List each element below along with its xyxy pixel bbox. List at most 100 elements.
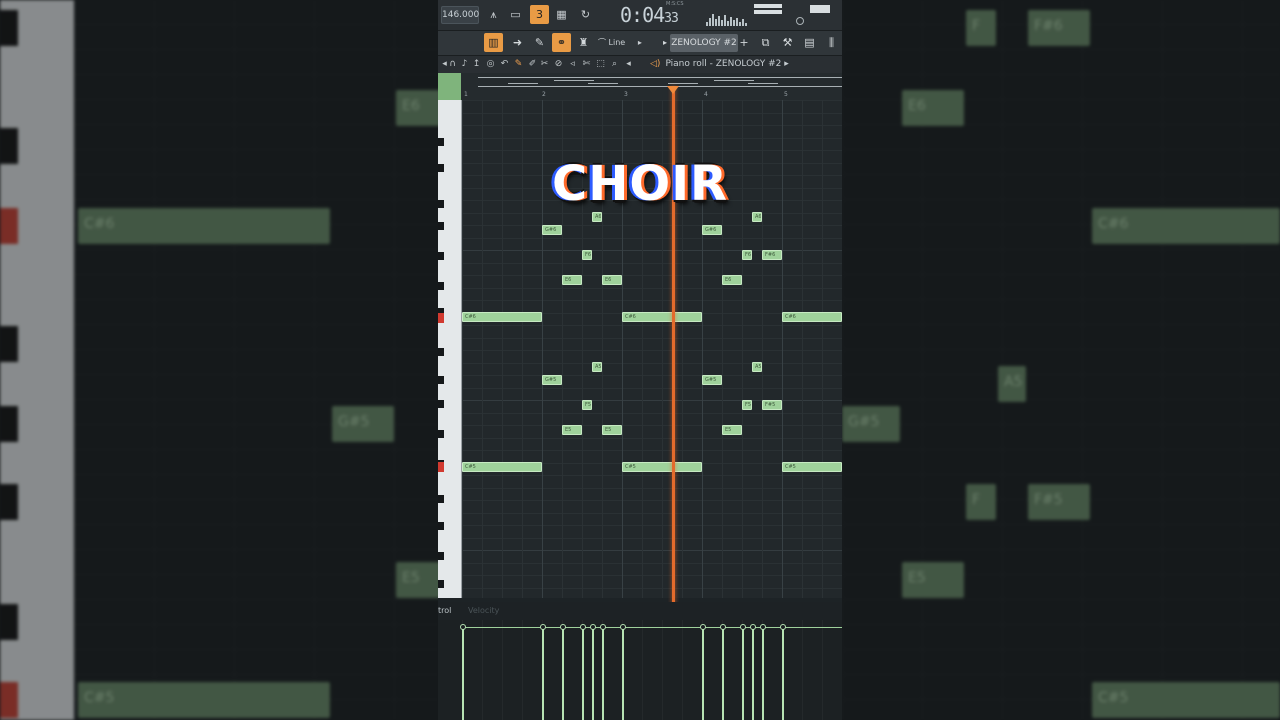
note[interactable]: E6 [602,275,622,285]
velocity-label[interactable]: Velocity [468,602,499,620]
background-note: C#6 [1092,208,1280,244]
velocity-panel[interactable] [438,620,842,720]
black-key[interactable] [438,552,444,560]
root-key-marker[interactable] [438,313,444,323]
stopwatch-icon[interactable]: ◎ [484,57,497,72]
black-key[interactable] [438,522,444,530]
velocity-bar[interactable] [600,624,606,720]
root-key-marker[interactable] [438,462,444,472]
black-key[interactable] [438,580,444,588]
add-pattern-icon[interactable]: + [738,33,750,52]
background-note: C#5 [78,682,330,718]
black-key[interactable] [438,282,444,290]
velocity-bar[interactable] [700,624,706,720]
clone-pattern-icon[interactable]: ⧉ [756,33,775,52]
pattern-selector[interactable]: ZENOLOGY #2 [670,34,738,52]
note[interactable]: C#5 [782,462,842,472]
undo-icon[interactable]: ↶ [498,57,511,72]
black-key[interactable] [438,348,444,356]
velocity-bar[interactable] [540,624,546,720]
select-tool-icon[interactable]: ⬚ [594,57,607,72]
fl-studio-window: 146.000 ⩚ ▭ 3 ▦ ↻ 0:0433 M:S:CS ▥ ➜ ✎ ⚭ … [438,0,842,720]
note[interactable]: A6 [592,212,602,222]
black-key[interactable] [438,430,444,438]
tools-icon[interactable]: ⚒ [778,33,797,52]
black-key[interactable] [438,138,444,146]
arrow-icon[interactable]: ➜ [508,33,527,52]
velocity-bar[interactable] [590,624,596,720]
note[interactable]: E5 [602,425,622,435]
master-volume-meter [754,4,782,18]
bar-number: 2 [542,91,546,98]
event-control-bar[interactable]: trol Velocity [438,602,842,620]
note[interactable]: E6 [562,275,582,285]
note[interactable]: A6 [752,212,762,222]
wait-record-icon[interactable]: ▭ [506,5,525,24]
zoom-tool-icon[interactable]: ⌕ [608,57,621,72]
note[interactable]: F#5 [762,400,782,410]
velocity-bar[interactable] [620,624,626,720]
velocity-bar[interactable] [780,624,786,720]
pencil-icon[interactable]: ✎ [530,33,549,52]
playhead-marker-icon[interactable] [667,86,679,94]
step-edit-icon[interactable]: ▦ [552,5,571,24]
note[interactable]: A5 [752,362,762,372]
metronome-icon[interactable]: ⩚ [484,5,503,24]
note[interactable]: G#5 [702,375,722,385]
link-icon[interactable]: ⚭ [552,33,571,52]
note[interactable]: E5 [722,425,742,435]
note[interactable]: F6 [582,250,592,260]
note[interactable]: C#6 [782,312,842,322]
playback-tool-icon[interactable]: ◂ [622,57,635,72]
piano-roll-menu-icon[interactable]: ▥ [484,33,503,52]
snap-selector[interactable]: ⌒ Line ▸ [598,35,654,51]
mixer-icon[interactable]: ▤ [800,33,819,52]
velocity-bar[interactable] [580,624,586,720]
countdown-icon[interactable]: 3 [530,5,549,24]
velocity-bar[interactable] [560,624,566,720]
note[interactable]: C#5 [462,462,542,472]
note[interactable]: C#6 [622,312,702,322]
delete-tool-icon[interactable]: ✂ [538,57,551,72]
pitch-dial-icon[interactable] [796,17,804,25]
note[interactable]: G#6 [702,225,722,235]
slip-tool-icon[interactable]: ◃ [566,57,579,72]
cpu-meter [810,5,830,13]
velocity-bar[interactable] [460,624,466,720]
note[interactable]: C#5 [622,462,702,472]
note[interactable]: F6 [742,250,752,260]
note[interactable]: G#6 [542,225,562,235]
velocity-icon[interactable]: ↥ [470,57,483,72]
black-key[interactable] [438,400,444,408]
background-note: E6 [396,90,438,126]
slice-tool-icon[interactable]: ✄ [580,57,593,72]
bar-number: 4 [704,91,708,98]
draw-tool-icon[interactable]: ✎ [512,57,525,72]
velocity-bar[interactable] [720,624,726,720]
tempo-display[interactable]: 146.000 [441,6,479,24]
stamp-icon[interactable]: ♜ [574,33,593,52]
note[interactable]: F#6 [762,250,782,260]
black-key[interactable] [438,376,444,384]
note[interactable]: A5 [592,362,602,372]
note[interactable]: G#5 [542,375,562,385]
timeline-ruler[interactable]: 1 2 3 4 5 [438,73,842,101]
time-display[interactable]: 0:0433 [620,3,679,31]
note[interactable]: C#6 [462,312,542,322]
velocity-bar[interactable] [760,624,766,720]
black-key[interactable] [438,252,444,260]
velocity-bar[interactable] [750,624,756,720]
loop-record-icon[interactable]: ↻ [576,5,595,24]
velocity-bar[interactable] [740,624,746,720]
black-key[interactable] [438,222,444,230]
note[interactable]: F5 [742,400,752,410]
note[interactable]: E6 [722,275,742,285]
note[interactable]: E5 [562,425,582,435]
black-key[interactable] [438,495,444,503]
ruler-corner [438,73,461,100]
note[interactable]: F5 [582,400,592,410]
pattern-prev-icon[interactable]: ▸ [660,33,670,52]
channel-rack-icon[interactable]: ⫼ [822,33,841,52]
mute-tool-icon[interactable]: ⊘ [552,57,565,72]
piano-roll-toolbar: ▥ ➜ ✎ ⚭ ♜ ⌒ Line ▸ ▸ ZENOLOGY #2 + ⧉ ⚒ ▤… [438,31,842,56]
